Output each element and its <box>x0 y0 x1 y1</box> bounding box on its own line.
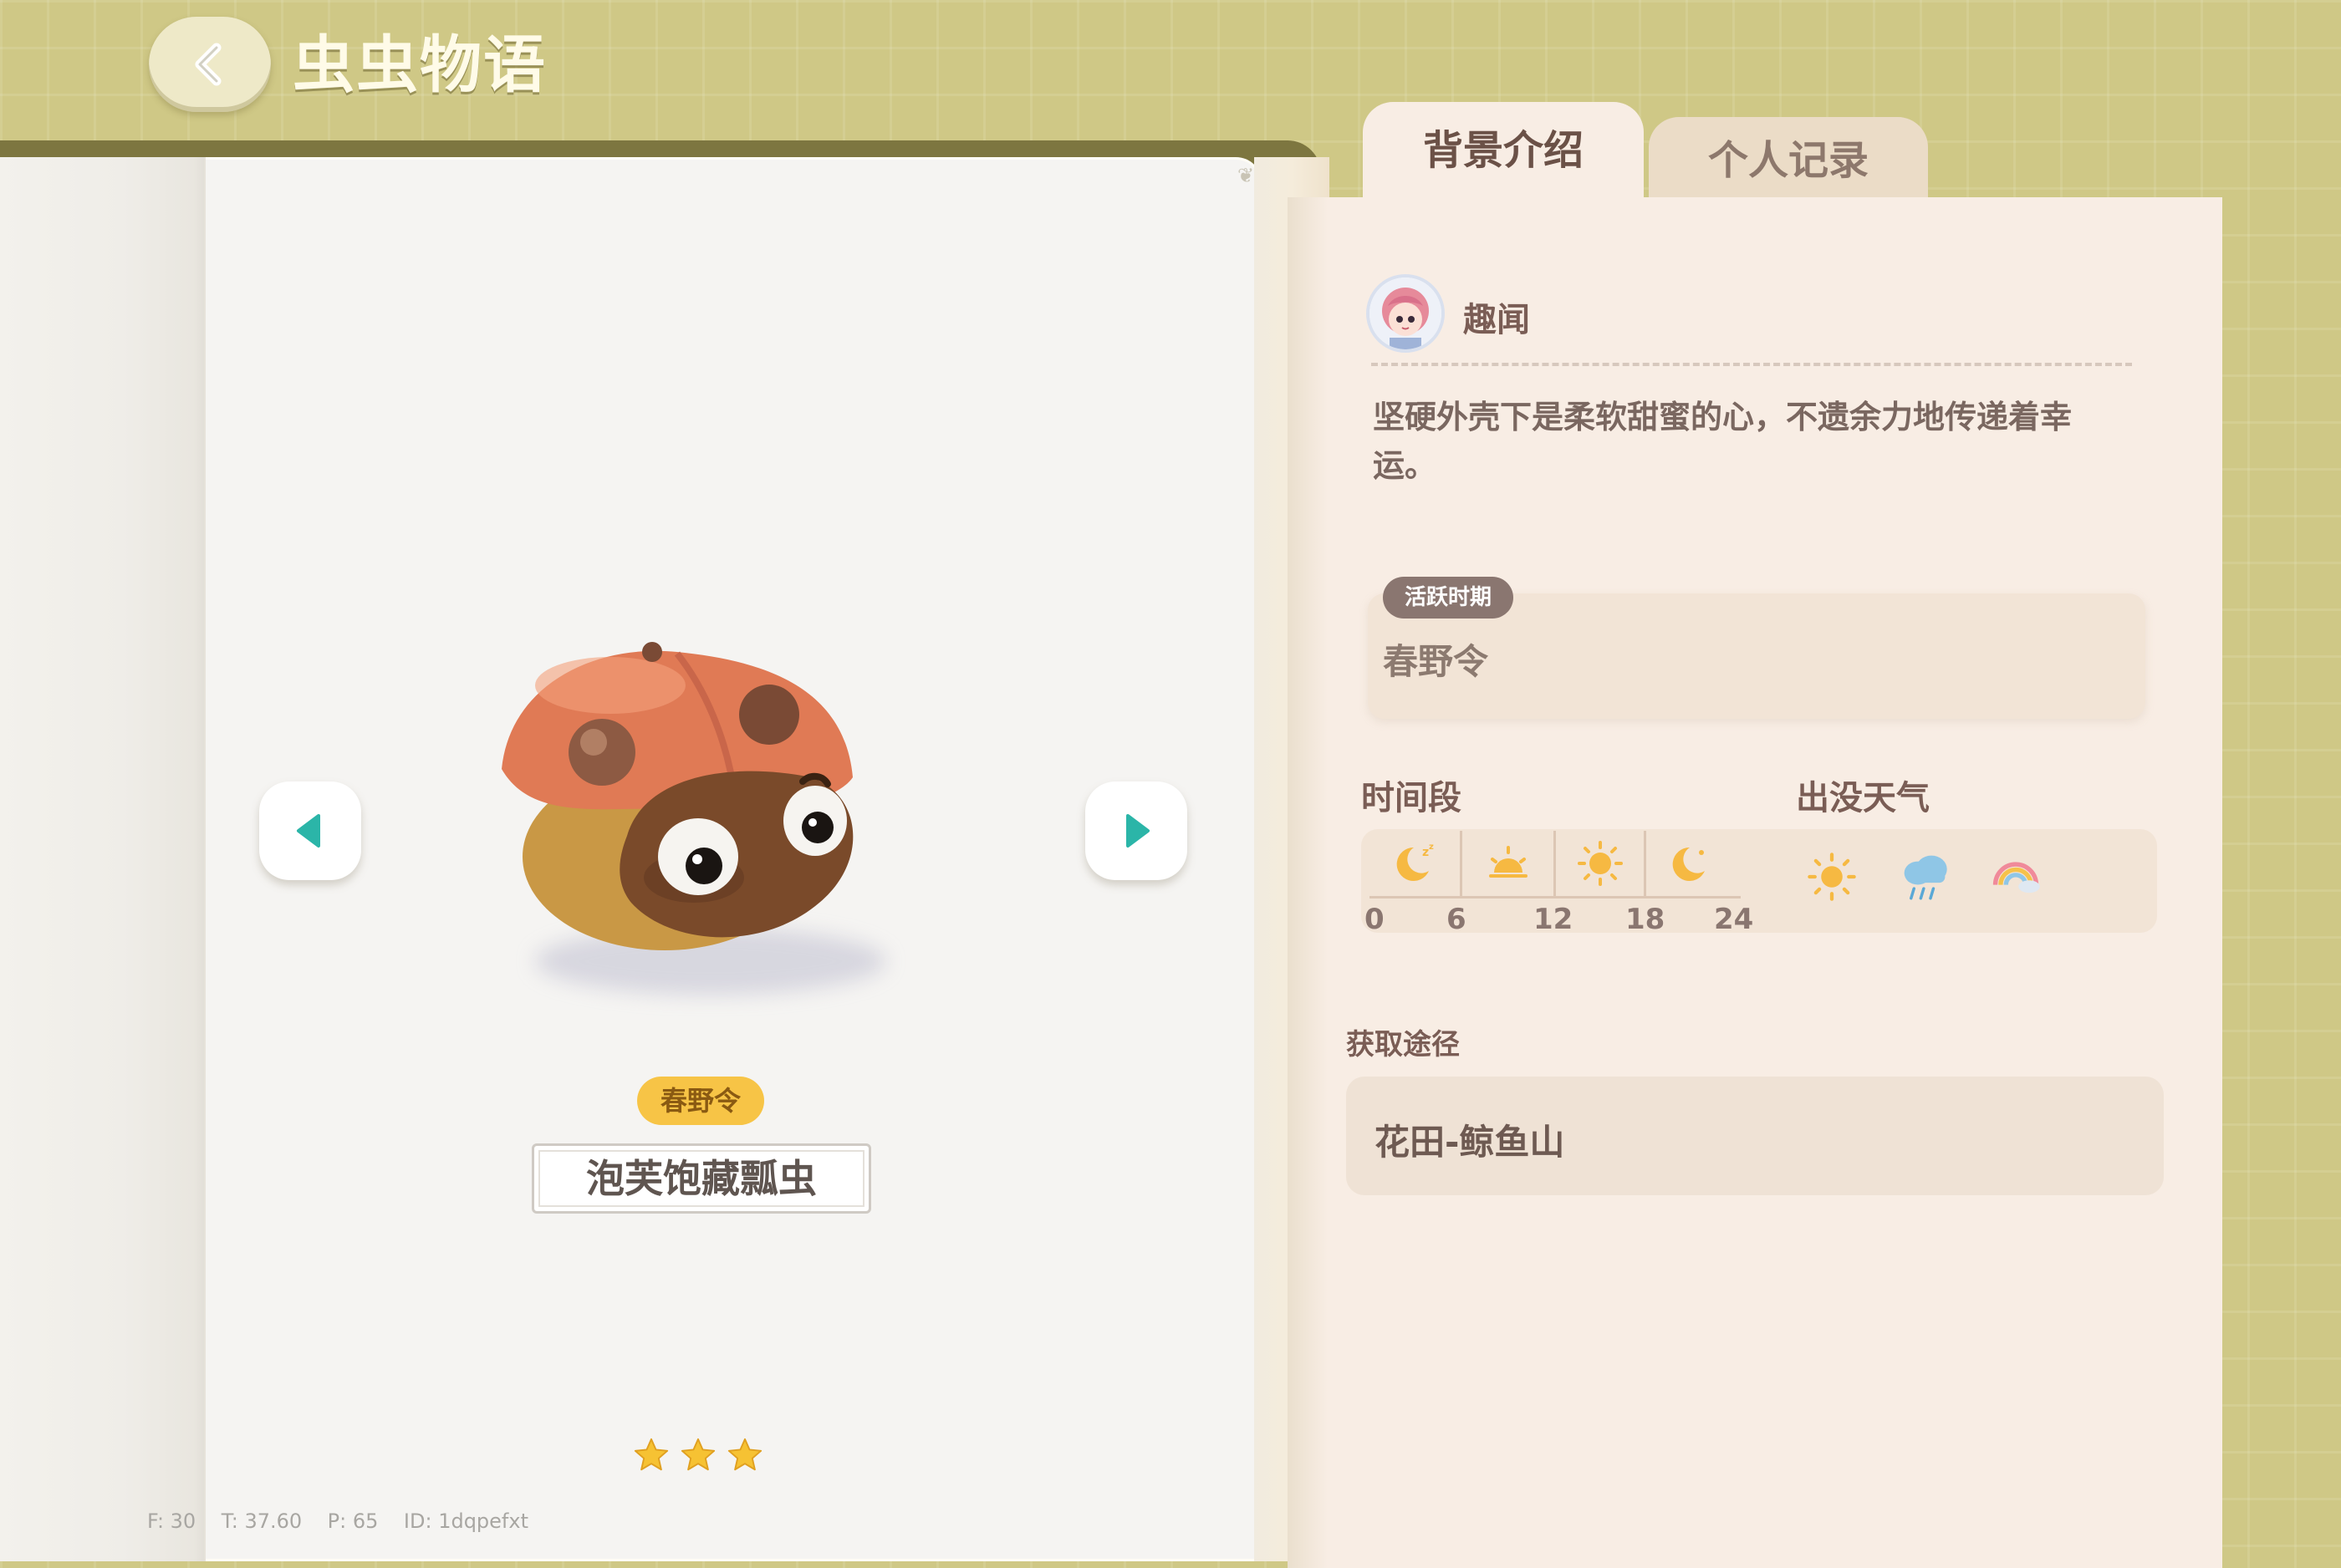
active-period-tag: 活跃时期 <box>1383 577 1513 619</box>
time-tick-0: 0 <box>1364 903 1385 936</box>
svg-text:z: z <box>1422 846 1429 859</box>
sunrise-icon <box>1463 831 1553 896</box>
weather-label: 出没天气 <box>1796 779 1930 817</box>
star-icon <box>634 1438 669 1471</box>
time-tick-24: 24 <box>1714 903 1754 936</box>
chevron-left-icon <box>195 43 222 86</box>
rainbow-icon <box>1992 862 2040 893</box>
next-creature-button[interactable] <box>1085 781 1187 880</box>
sun-icon <box>1808 853 1856 901</box>
previous-creature-button[interactable] <box>259 781 361 880</box>
panel-spine-shade <box>1288 197 1328 1568</box>
girl-portrait-icon <box>1369 277 1441 349</box>
npc-avatar <box>1366 274 1445 353</box>
time-tick-6: 6 <box>1446 903 1466 936</box>
sun-icon <box>1555 831 1645 896</box>
timeline-divider <box>1553 831 1556 896</box>
sleeping-moon-icon: z z <box>1369 831 1460 896</box>
acquisition-label: 获取途径 <box>1346 1028 1460 1061</box>
creature-name-plate: 泡芙饱藏瓢虫 <box>532 1143 871 1214</box>
debug-info: F: 30 T: 37.60 P: 65 ID: 1dqpefxt <box>147 1509 528 1533</box>
time-period-timeline: z z <box>1369 831 1741 899</box>
moon-icon <box>1645 831 1736 896</box>
tab-background-intro[interactable]: 背景介绍 <box>1363 102 1644 206</box>
fun-fact-label: 趣闻 <box>1463 301 1530 339</box>
back-button[interactable] <box>149 17 271 112</box>
star-icon <box>727 1438 762 1471</box>
fun-fact-text: 坚硬外壳下是柔软甜蜜的心，不遗余力地传递着幸运。 <box>1373 399 2073 484</box>
acquisition-value: 花田-鲸鱼山 <box>1375 1122 1565 1163</box>
page-corner-icon: ❦ <box>1237 164 1255 187</box>
active-period-value: 春野令 <box>1383 641 1489 682</box>
rain-cloud-icon <box>1904 855 1947 900</box>
time-period-label: 时间段 <box>1361 779 1461 817</box>
divider <box>1371 363 2132 366</box>
season-badge: 春野令 <box>637 1077 764 1125</box>
tab-personal-records[interactable]: 个人记录 <box>1649 117 1928 204</box>
book-page-edge <box>0 157 206 1561</box>
ladybug-creature-image <box>502 642 854 950</box>
triangle-right-icon <box>1126 814 1150 848</box>
svg-text:z: z <box>1429 843 1434 852</box>
time-tick-18: 18 <box>1625 903 1665 936</box>
timeline-baseline <box>1369 896 1741 899</box>
timeline-divider <box>1460 831 1462 896</box>
triangle-left-icon <box>297 814 320 848</box>
page-title: 虫虫物语 <box>293 29 547 101</box>
star-icon <box>681 1438 716 1471</box>
rarity-stars <box>632 1436 766 1483</box>
timeline-divider <box>1644 831 1646 896</box>
time-tick-12: 12 <box>1533 903 1573 936</box>
